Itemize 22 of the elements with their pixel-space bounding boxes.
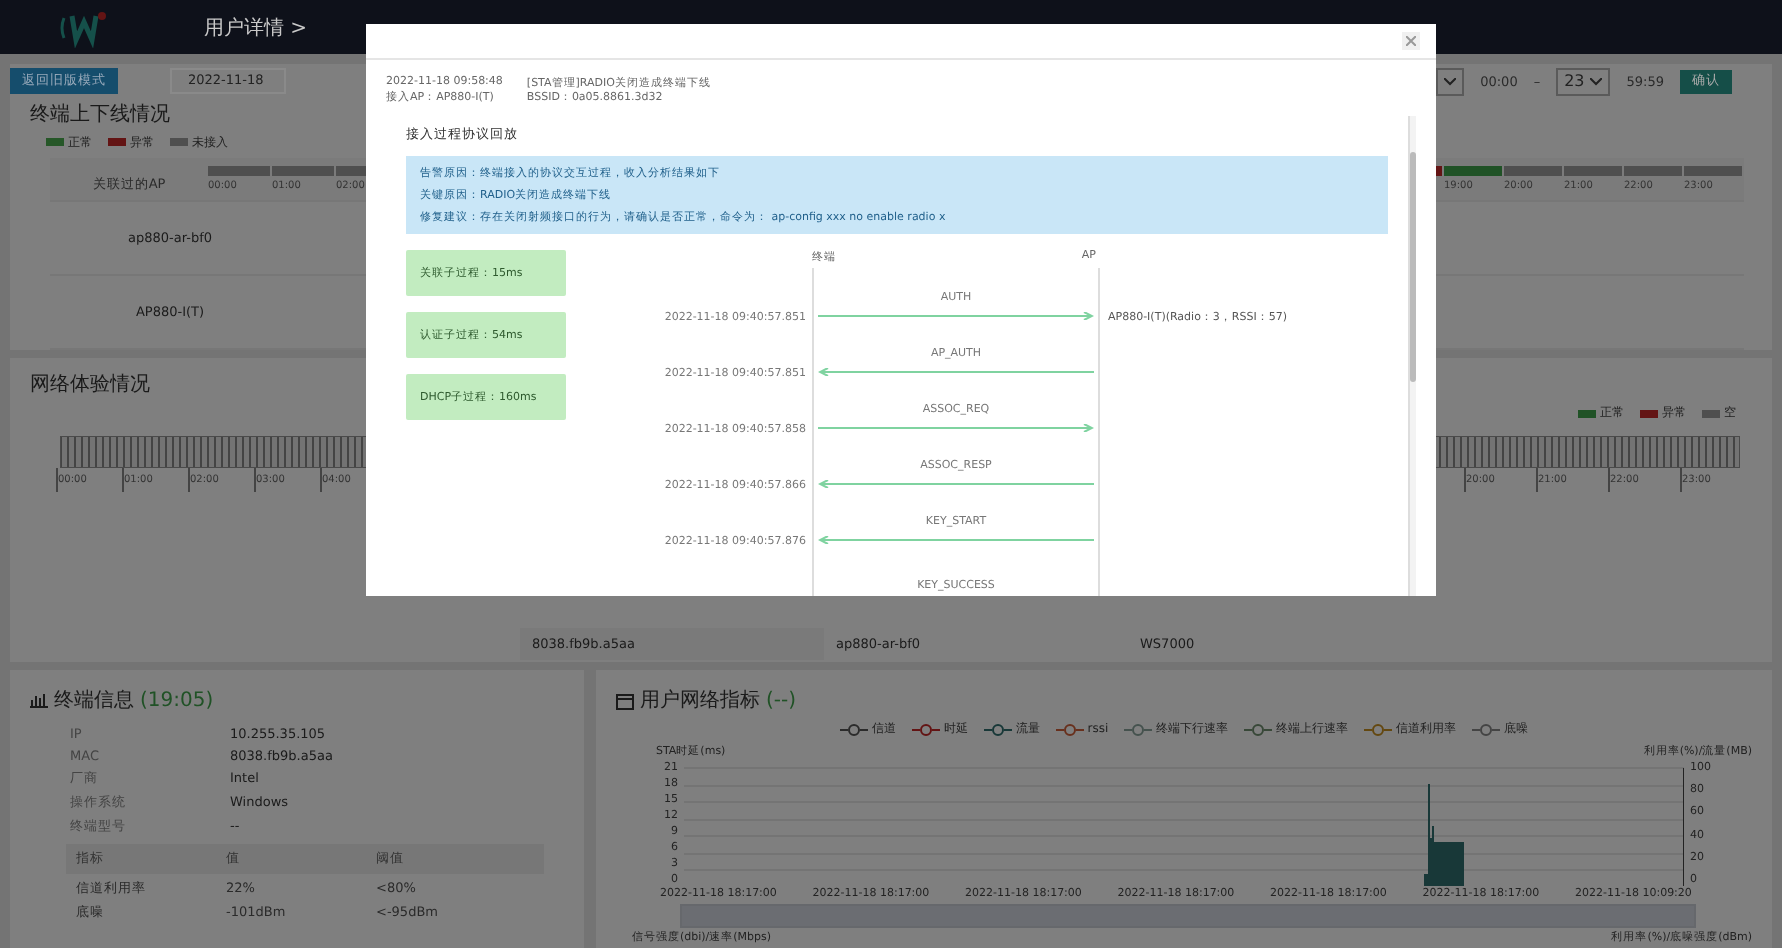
page-title: 用户详情 >	[204, 15, 308, 41]
calendar-icon	[616, 691, 634, 709]
section-title: 终端上下线情况	[28, 101, 170, 128]
hour-select[interactable]: 23	[1556, 67, 1611, 96]
section-title: 网络体验情况	[28, 371, 150, 398]
arrow-right-icon	[818, 424, 1094, 432]
caret-icon	[1444, 77, 1457, 86]
arrow-right-icon	[818, 312, 1094, 320]
arrow-left-icon	[818, 368, 1094, 376]
panel-title: 用户网络指标	[640, 687, 760, 714]
hour-select[interactable]	[1436, 67, 1465, 96]
bar-chart-icon	[30, 692, 48, 708]
caret-icon	[1590, 77, 1603, 86]
update-time: (--)	[766, 689, 797, 711]
scrollbar[interactable]	[1408, 116, 1416, 596]
panel-title: 终端信息	[54, 687, 134, 714]
close-icon	[1406, 36, 1416, 46]
zoom-range-slider[interactable]	[682, 906, 1694, 926]
arrow-left-icon	[818, 536, 1094, 544]
arrow-left-icon	[818, 480, 1094, 488]
close-button[interactable]	[1402, 32, 1420, 50]
update-time: (19:05)	[140, 689, 214, 711]
